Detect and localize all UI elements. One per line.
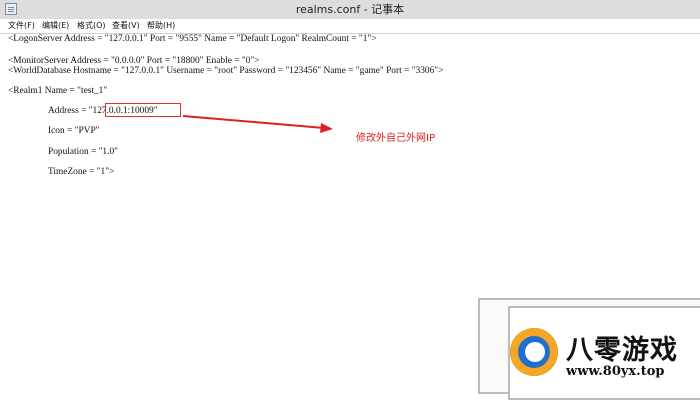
watermark-brand: 八零游戏 <box>566 335 678 366</box>
watermark: 八零游戏 www.80yx.top <box>478 298 700 400</box>
brand-logo-icon <box>510 328 558 376</box>
annotation-text: 修改外自己外网IP <box>356 133 435 144</box>
watermark-url: www.80yx.top <box>566 364 665 379</box>
